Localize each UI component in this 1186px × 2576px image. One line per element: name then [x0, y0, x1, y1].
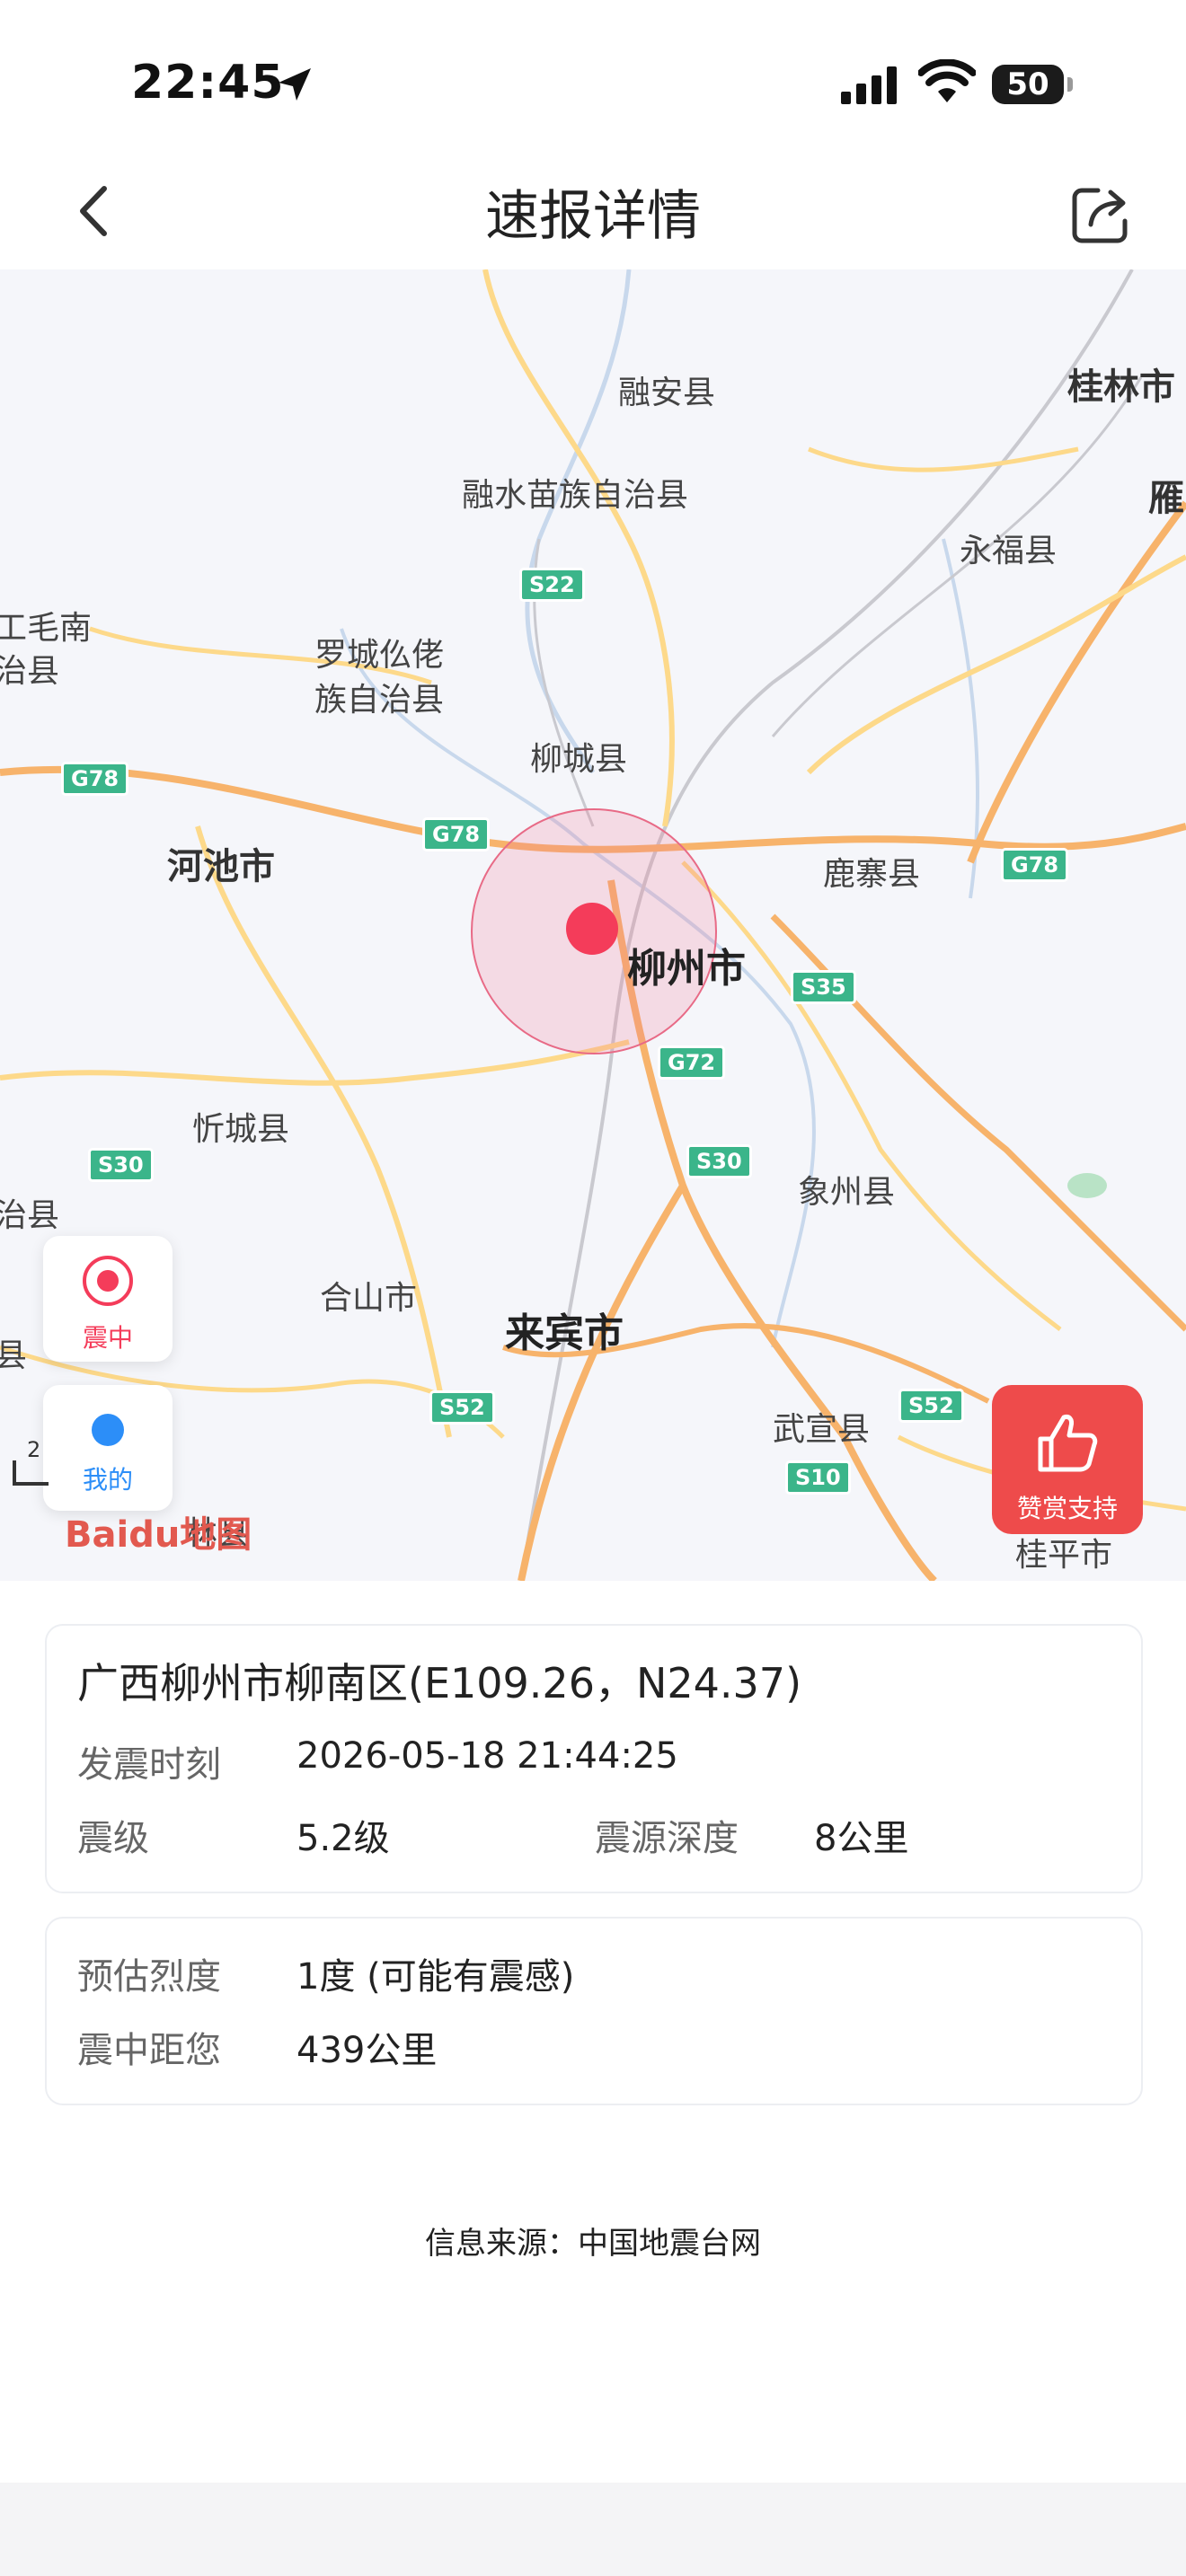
place-label: 柳州市 — [627, 946, 746, 992]
place-label: 桂平市 — [1015, 1537, 1113, 1574]
highway-shield: S52 — [898, 1389, 964, 1423]
intensity-info-card: 预估烈度 1度 (可能有震感) 震中距您 439公里 — [45, 1917, 1143, 2105]
place-label: 罗城仫佬 — [314, 637, 445, 674]
map-scale-number: 2 — [27, 1437, 41, 1462]
baidu-map-logo: Baidu地图 — [65, 1514, 252, 1556]
place-label: 柳城县 — [530, 741, 628, 778]
highway-shield: G72 — [658, 1045, 726, 1080]
place-label: 象州县 — [798, 1174, 896, 1211]
my-location-label: 我的 — [82, 1465, 133, 1495]
page-title: 速报详情 — [485, 185, 701, 248]
distance-value: 439公里 — [296, 2030, 438, 2071]
cellular-signal-icon — [841, 66, 897, 104]
highway-shield: S35 — [791, 970, 856, 1004]
place-label: 县 — [0, 1337, 28, 1374]
place-label: 雁 — [1148, 478, 1184, 519]
my-location-icon — [92, 1414, 124, 1446]
reward-support-label: 赞赏支持 — [1016, 1494, 1118, 1523]
reward-support-button[interactable]: 赞赏支持 — [992, 1385, 1143, 1534]
place-label: 融安县 — [618, 375, 716, 411]
place-label: 工毛南 — [0, 610, 93, 647]
place-label: 融水苗族自治县 — [462, 477, 689, 514]
highway-shield: S22 — [519, 568, 585, 602]
epicenter-marker[interactable] — [566, 903, 618, 955]
place-label: 合山市 — [320, 1280, 418, 1317]
share-icon[interactable] — [1064, 178, 1136, 250]
time-value: 2026-05-18 21:44:25 — [296, 1735, 678, 1777]
place-label: 武宣县 — [773, 1411, 871, 1448]
place-label: 河池市 — [167, 846, 275, 887]
place-label: 来宾市 — [505, 1310, 624, 1356]
navigation-bar: 速报详情 — [0, 153, 1186, 269]
highway-shield: G78 — [1001, 848, 1069, 882]
highway-shield: G78 — [61, 762, 129, 796]
battery-cap — [1067, 77, 1073, 92]
depth-value: 8公里 — [814, 1818, 909, 1859]
info-source: 信息来源：中国地震台网 — [425, 2226, 761, 2262]
bottom-bar — [0, 2483, 1186, 2576]
time-label: 发震时刻 — [77, 1744, 221, 1786]
epicenter-locate-button[interactable]: 震中 — [43, 1236, 173, 1362]
thumbs-up-icon — [1038, 1415, 1098, 1472]
highway-shield: G78 — [422, 817, 491, 851]
epicenter-target-icon — [83, 1256, 133, 1306]
highway-shield: S30 — [88, 1148, 154, 1182]
earthquake-info-card: 广西柳州市柳南区(E109.26，N24.37) 发震时刻 2026-05-18… — [45, 1624, 1143, 1893]
highway-shield: S52 — [429, 1390, 495, 1425]
battery-indicator: 50 — [992, 65, 1064, 104]
depth-label: 震源深度 — [595, 1818, 739, 1859]
epicenter-location: 广西柳州市柳南区(E109.26，N24.37) — [77, 1659, 802, 1707]
earthquake-map[interactable]: 融安县 融水苗族自治县 桂林市 永福县 雁 工毛南 治县 罗城仫佬 族自治县 柳… — [0, 269, 1186, 1581]
place-label: 治县 — [0, 653, 60, 690]
location-arrow-icon — [279, 68, 311, 101]
my-location-button[interactable]: 我的 — [43, 1385, 173, 1511]
intensity-value: 1度 (可能有震感) — [296, 1956, 575, 1998]
place-label: 族自治县 — [314, 682, 445, 719]
highway-shield: S10 — [785, 1460, 851, 1495]
place-label: 治县 — [0, 1197, 60, 1234]
magnitude-value: 5.2级 — [296, 1818, 390, 1859]
place-label: 桂林市 — [1067, 366, 1175, 408]
place-label: 忻城县 — [192, 1111, 290, 1148]
magnitude-label: 震级 — [77, 1818, 149, 1859]
wifi-icon — [918, 59, 976, 102]
intensity-label: 预估烈度 — [77, 1956, 221, 1998]
place-label: 永福县 — [960, 533, 1058, 569]
status-bar: 22:45 50 — [0, 0, 1186, 153]
highway-shield: S30 — [686, 1144, 752, 1178]
status-time: 22:45 — [131, 56, 285, 110]
place-label: 鹿寨县 — [823, 856, 921, 893]
distance-label: 震中距您 — [77, 2030, 221, 2071]
epicenter-button-label: 震中 — [82, 1323, 133, 1353]
map-scale-bar — [13, 1460, 49, 1486]
